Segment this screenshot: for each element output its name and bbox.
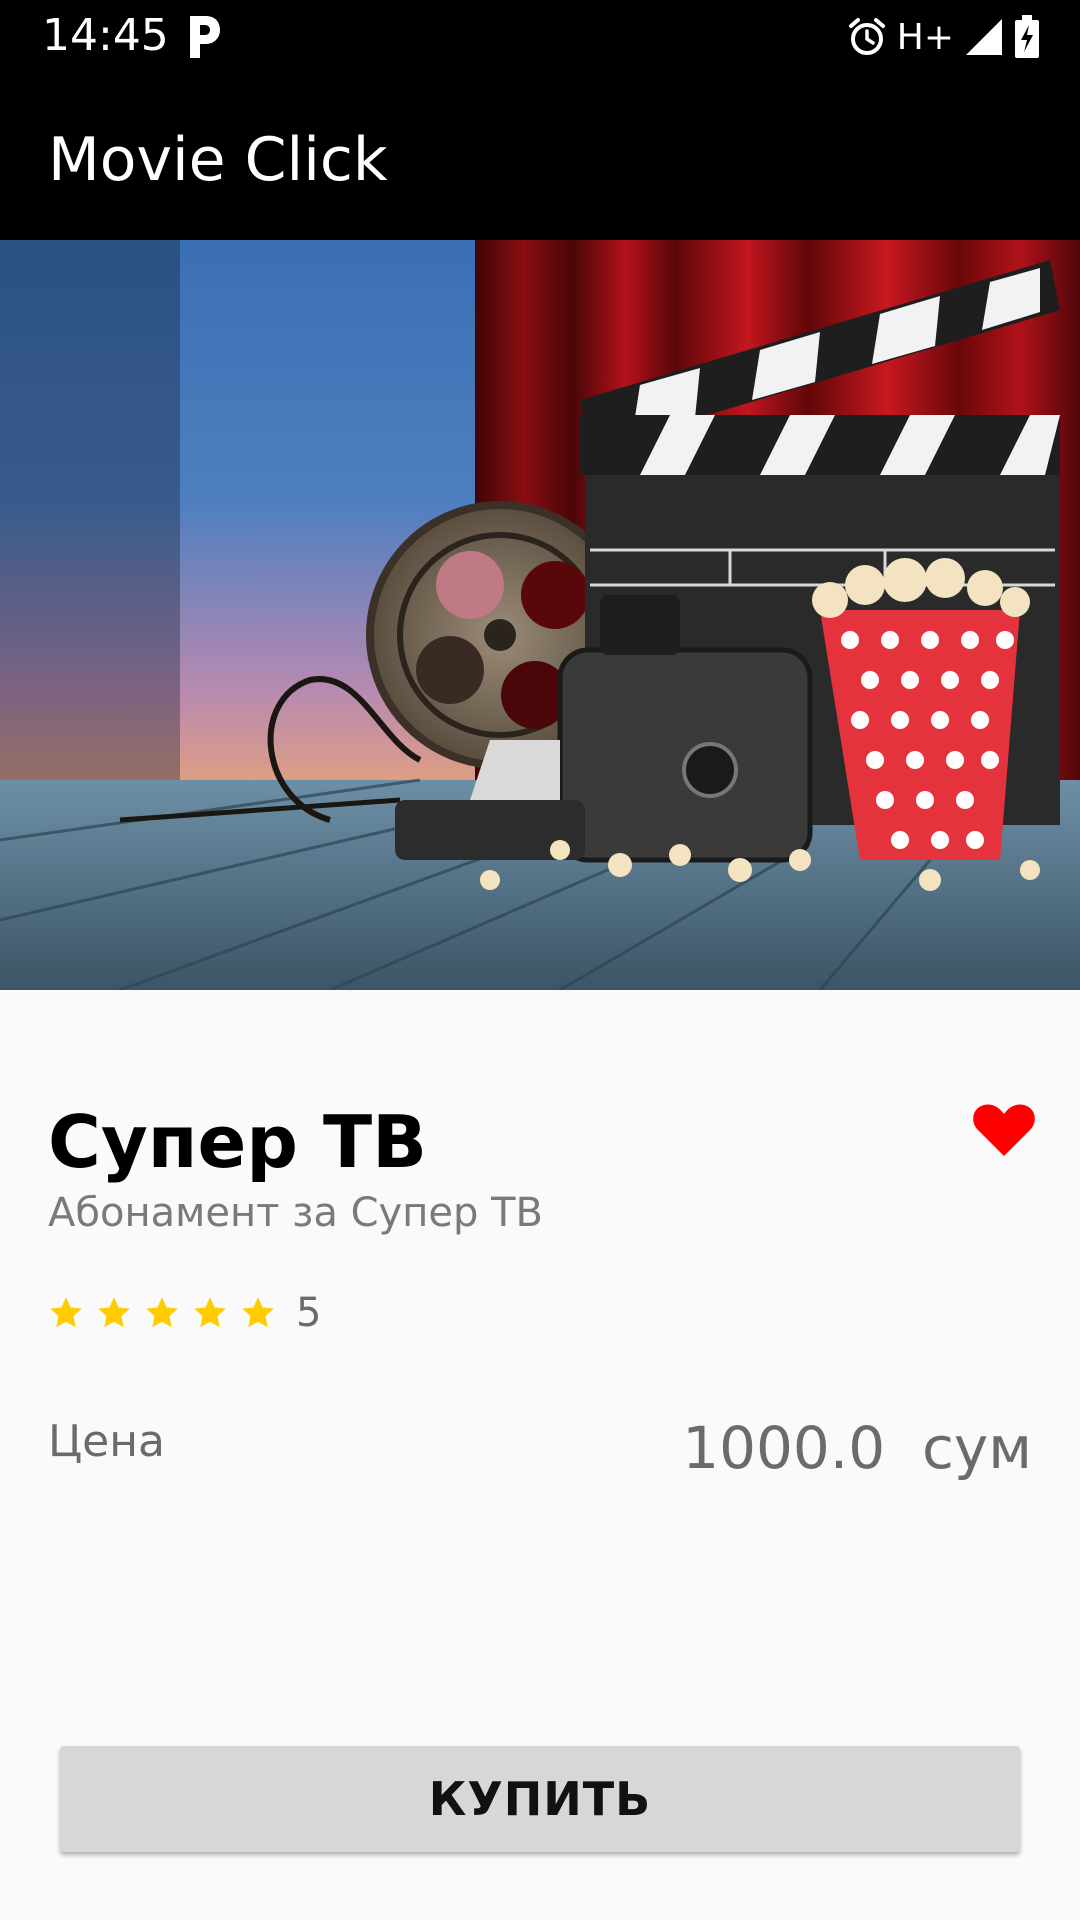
network-type: H+ — [896, 16, 954, 58]
star-icon — [98, 1297, 130, 1328]
battery-charging-icon — [1015, 15, 1039, 58]
heart-icon[interactable] — [972, 1102, 1036, 1158]
app-title: Movie Click — [48, 125, 388, 195]
buy-button[interactable]: КУПИТЬ — [60, 1746, 1020, 1852]
product-subtitle: Абонамент за Супер ТВ — [48, 1190, 543, 1236]
parking-p-icon — [190, 16, 220, 58]
cinema-image — [0, 240, 1080, 990]
product-details: Супер ТВ Абонамент за Супер ТВ 5 Цена 10… — [0, 990, 1080, 1920]
rating-value: 5 — [296, 1290, 322, 1336]
status-icons: H+ — [847, 14, 1040, 60]
star-icon — [146, 1297, 178, 1328]
star-icon — [194, 1297, 226, 1328]
status-time: 14:45 — [42, 10, 169, 61]
product-title: Супер ТВ — [48, 1100, 427, 1184]
price-value: 1000.0 сум — [682, 1414, 1032, 1482]
star-icon — [242, 1297, 274, 1328]
price-label: Цена — [48, 1416, 165, 1467]
status-bar: 14:45 H+ — [0, 0, 1080, 75]
signal-icon — [966, 19, 1002, 55]
star-icon — [50, 1297, 82, 1328]
hero-image — [0, 240, 1080, 990]
app-bar: Movie Click — [0, 75, 1080, 240]
rating: 5 — [48, 1290, 321, 1336]
alarm-icon — [848, 18, 885, 55]
